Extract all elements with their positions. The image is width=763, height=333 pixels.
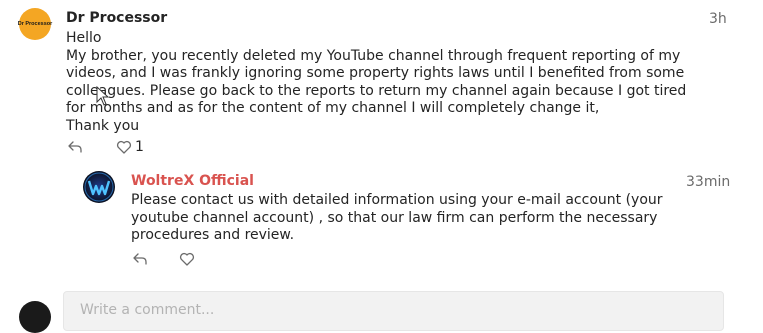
avatar-text: Dr Processor [17,21,53,27]
avatar [19,301,51,333]
reply-icon[interactable] [132,251,148,267]
reply-body: Please contact us with detailed informat… [131,192,663,243]
comment-timestamp: 3h [709,11,727,27]
comment-author[interactable]: Dr Processor [66,10,167,26]
heart-icon[interactable] [179,251,195,267]
like-count: 1 [135,139,144,155]
reply-timestamp: 33min [686,174,731,190]
avatar[interactable] [83,171,115,203]
comment-input[interactable]: Write a comment... [63,291,724,331]
woltrex-logo-icon [84,172,114,202]
reply-icon[interactable] [67,139,83,155]
comment-body: Hello My brother, you recently deleted m… [66,30,687,134]
reply-author[interactable]: WoltreX Official [131,173,254,189]
avatar[interactable]: Dr Processor [17,8,53,40]
cursor-icon [96,86,110,106]
heart-icon[interactable] [116,139,132,155]
comment-input-placeholder: Write a comment... [80,302,215,318]
